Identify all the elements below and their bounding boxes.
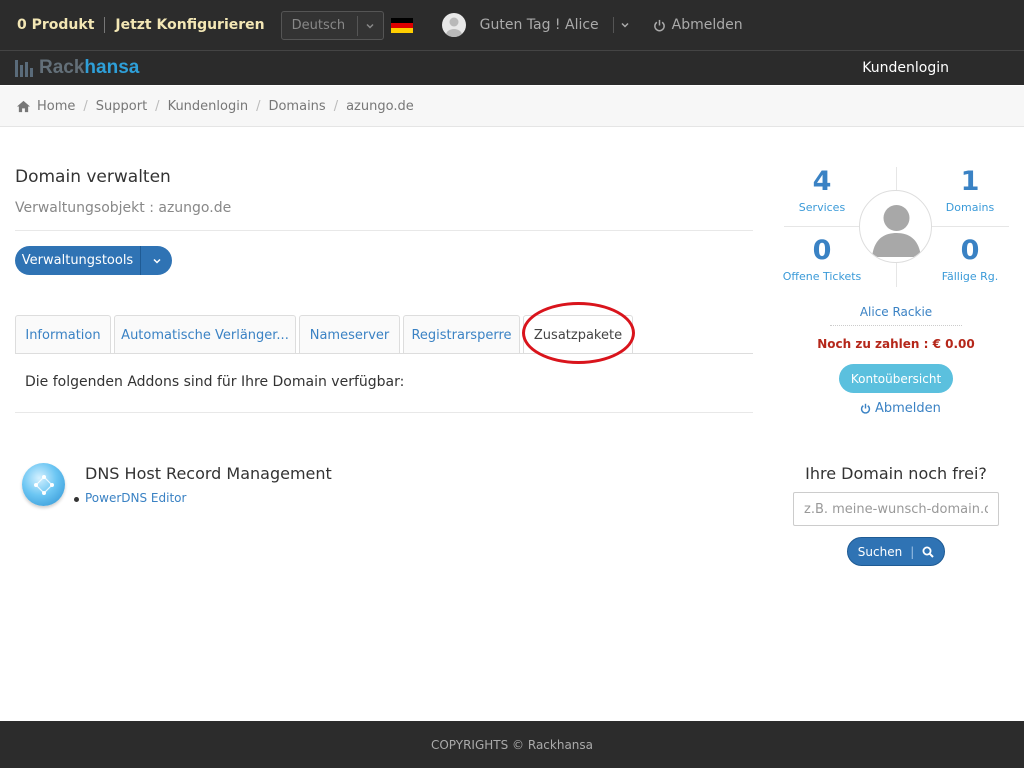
greeting-text[interactable]: Guten Tag ! Alice [480, 17, 599, 33]
tab-registrar-lock[interactable]: Registrarsperre [403, 315, 520, 354]
page-subtitle: Verwaltungsobjekt : azungo.de [15, 200, 232, 216]
stat-open-tickets[interactable]: 0 Offene Tickets [782, 235, 862, 283]
domain-search-button[interactable]: Suchen | [847, 537, 945, 566]
tab-information[interactable]: Information [15, 315, 111, 354]
divider [15, 230, 753, 231]
logo[interactable]: Rack hansa [15, 57, 139, 79]
chevron-down-icon [356, 15, 383, 36]
divider [104, 17, 106, 33]
breadcrumb-separator: / [155, 98, 160, 114]
search-icon [922, 546, 934, 558]
stat-open-tickets-label: Offene Tickets [782, 270, 862, 283]
breadcrumb-separator: / [83, 98, 88, 114]
tab-auto-renewal[interactable]: Automatische Verlänger... [114, 315, 296, 354]
language-select[interactable]: Deutsch [280, 10, 384, 40]
sidebar-logout-label: Abmelden [875, 401, 941, 416]
divider [830, 325, 962, 326]
logout-link[interactable]: Abmelden [653, 17, 743, 33]
page-title: Domain verwalten [15, 167, 171, 187]
addon-title: DNS Host Record Management [85, 464, 332, 483]
breadcrumb-separator: / [333, 98, 339, 114]
logo-bars-icon [15, 59, 33, 77]
breadcrumb-domains[interactable]: Domains [268, 99, 325, 114]
amount-due: Noch zu zahlen : € 0.00 [817, 337, 975, 351]
power-icon [653, 19, 665, 31]
tab-underline [15, 353, 753, 354]
breadcrumb-home[interactable]: Home [37, 99, 75, 114]
management-tools-label: Verwaltungstools [15, 246, 141, 275]
stat-due-invoices-label: Fällige Rg. [941, 270, 999, 283]
management-tools-button[interactable]: Verwaltungstools [15, 246, 172, 275]
stat-due-invoices[interactable]: 0 Fällige Rg. [930, 235, 1010, 283]
breadcrumb: Home / Support / Kundenlogin / Domains /… [0, 86, 1024, 127]
highlight-circle-annotation [522, 302, 635, 364]
cart-link[interactable]: 0 Produkt [17, 17, 94, 33]
powerdns-editor-link[interactable]: PowerDNS Editor [85, 491, 186, 505]
nav-bar: Rack hansa Kundenlogin [0, 50, 1024, 85]
divider: | [910, 544, 915, 559]
domain-search-heading: Ihre Domain noch frei? [805, 464, 987, 483]
breadcrumb-kundenlogin[interactable]: Kundenlogin [168, 99, 249, 114]
chevron-down-icon[interactable] [612, 17, 630, 33]
stat-due-invoices-value: 0 [960, 235, 980, 266]
copyright-text: COPYRIGHTS © Rackhansa [430, 737, 594, 752]
bullet [74, 497, 79, 502]
breadcrumb-current: azungo.de [346, 98, 414, 114]
account-overview-button[interactable]: Kontoübersicht [839, 364, 953, 393]
sidebar-logout-link[interactable]: Abmelden [860, 401, 941, 416]
profile-avatar [859, 190, 932, 263]
search-button-label: Suchen [857, 544, 903, 559]
tab-nameserver[interactable]: Nameserver [299, 315, 400, 354]
logo-text-rack: Rack [39, 57, 85, 78]
addons-intro-text: Die folgenden Addons sind für Ihre Domai… [25, 374, 405, 390]
configure-link[interactable]: Jetzt Konfigurieren [115, 17, 264, 33]
user-name[interactable]: Alice Rackie [830, 305, 962, 319]
top-bar: 0 Produkt Jetzt Konfigurieren Deutsch Gu… [0, 0, 1024, 50]
chevron-down-icon[interactable] [141, 256, 172, 266]
user-avatar [441, 13, 466, 37]
logout-label: Abmelden [671, 17, 743, 33]
home-icon [17, 100, 30, 112]
divider [15, 412, 753, 413]
domain-search-input[interactable] [793, 492, 999, 526]
stat-services-label: Services [798, 201, 846, 214]
german-flag-icon[interactable] [390, 17, 413, 33]
breadcrumb-separator: / [256, 98, 261, 114]
footer: COPYRIGHTS © Rackhansa [0, 721, 1024, 768]
stat-domains-label: Domains [945, 201, 995, 214]
stat-domains[interactable]: 1 Domains [930, 166, 1010, 214]
breadcrumb-support[interactable]: Support [96, 99, 147, 114]
power-icon [860, 403, 871, 414]
stat-services-value: 4 [812, 166, 832, 197]
stat-open-tickets-value: 0 [812, 235, 832, 266]
stat-domains-value: 1 [960, 166, 980, 197]
logo-text-hansa: hansa [84, 57, 140, 78]
dns-globe-icon [22, 463, 65, 506]
nav-kundenlogin[interactable]: Kundenlogin [862, 60, 949, 76]
stat-services[interactable]: 4 Services [782, 166, 862, 214]
language-value: Deutsch [291, 17, 346, 33]
